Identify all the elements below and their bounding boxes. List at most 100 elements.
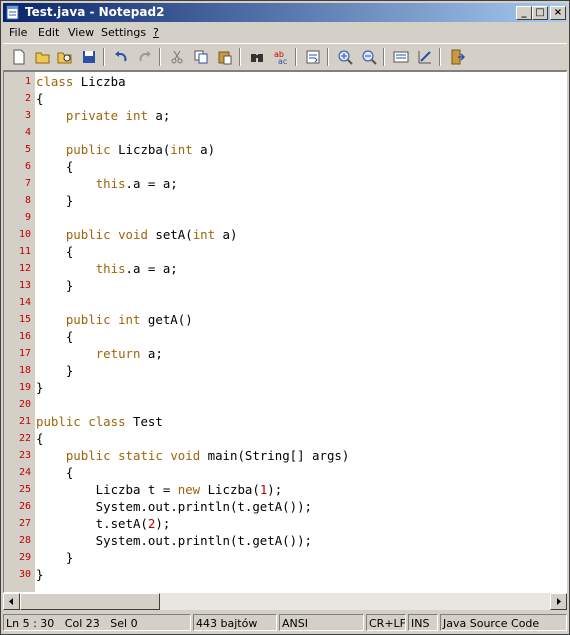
menu-edit[interactable]: Edit: [38, 25, 59, 40]
scroll-left-button[interactable]: [3, 593, 20, 610]
code-line[interactable]: this.a = a;: [36, 260, 178, 277]
maximize-button[interactable]: □: [532, 6, 548, 20]
word-wrap-button[interactable]: [303, 47, 323, 67]
status-insert-mode[interactable]: INS: [408, 614, 438, 631]
close-button[interactable]: ×: [550, 6, 566, 20]
line-number: 27: [18, 518, 31, 529]
code-token: {: [36, 465, 74, 480]
paste-button[interactable]: [215, 47, 235, 67]
menu-view[interactable]: View: [68, 25, 94, 40]
code-line[interactable]: {: [36, 328, 73, 345]
status-size: 443 bajtów: [193, 614, 277, 631]
browse-button[interactable]: [55, 47, 75, 67]
open-button[interactable]: [33, 47, 53, 67]
code-line[interactable]: }: [36, 549, 73, 566]
keyword-token: static: [118, 448, 163, 463]
scheme-button[interactable]: [391, 47, 411, 67]
keyword-token: public: [65, 312, 111, 327]
code-line[interactable]: public class Test: [36, 413, 163, 430]
line-number: 3: [24, 110, 31, 121]
word-wrap-icon: [306, 50, 320, 64]
minimize-button[interactable]: _: [516, 6, 532, 20]
replace-button[interactable]: ab ac: [271, 47, 291, 67]
paste-icon: [218, 51, 232, 65]
copy-button[interactable]: [191, 47, 211, 67]
menu-file[interactable]: File: [9, 25, 27, 40]
toolbar-separator: [239, 48, 241, 66]
redo-button[interactable]: [135, 47, 155, 67]
code-line[interactable]: }: [36, 192, 73, 209]
status-line-endings[interactable]: CR+LF: [366, 614, 406, 631]
menu-settings[interactable]: Settings: [101, 25, 146, 40]
notepad-app-icon[interactable]: [6, 5, 20, 20]
code-line[interactable]: }: [36, 379, 43, 396]
code-line[interactable]: {: [36, 90, 43, 107]
zoom-out-button[interactable]: [359, 47, 379, 67]
cut-icon: [171, 50, 183, 64]
code-token: }: [36, 550, 74, 565]
code-line[interactable]: public Liczba(int a): [36, 141, 215, 158]
zoom-in-button[interactable]: [335, 47, 355, 67]
code-line[interactable]: public void setA(int a): [36, 226, 238, 243]
line-number: 10: [18, 229, 31, 240]
code-line[interactable]: public static void main(String[] args): [36, 447, 350, 464]
code-line[interactable]: return a;: [36, 345, 163, 362]
keyword-token: private: [65, 108, 119, 123]
window-title: Test.java - Notepad2: [25, 5, 165, 19]
code-token: {: [36, 329, 74, 344]
code-token: a;: [140, 346, 163, 361]
code-line[interactable]: }: [36, 362, 73, 379]
code-line[interactable]: this.a = a;: [36, 175, 178, 192]
code-line[interactable]: {: [36, 158, 73, 175]
line-number: 14: [18, 297, 31, 308]
customize-scheme-button[interactable]: [415, 47, 435, 67]
line-number: 29: [18, 552, 31, 563]
replace-icon: abac: [274, 50, 287, 65]
scroll-right-button[interactable]: [550, 593, 567, 610]
code-token: );: [155, 516, 171, 531]
cut-button[interactable]: [167, 47, 187, 67]
new-button[interactable]: [9, 47, 29, 67]
code-token: Liczba(: [110, 142, 171, 157]
keyword-token: class: [88, 414, 126, 429]
keyword-token: int: [192, 227, 216, 242]
code-line[interactable]: {: [36, 430, 43, 447]
code-line[interactable]: class Liczba: [36, 73, 126, 90]
code-line[interactable]: {: [36, 243, 73, 260]
code-editor[interactable]: 1 2 3 4 5 6 7 8 9 10 11 12 13 14 15 16 17 18 19 20 21 22 23 24 2…: [3, 71, 567, 593]
keyword-token: class: [36, 74, 74, 89]
keyword-token: this: [95, 176, 126, 191]
save-button[interactable]: [79, 47, 99, 67]
code-token: }: [36, 380, 44, 395]
find-icon: [251, 54, 263, 62]
find-button[interactable]: [247, 47, 267, 67]
title-bar[interactable]: Test.java - Notepad2 _ □ ×: [3, 3, 567, 22]
code-line[interactable]: Liczba t = new Liczba(1);: [36, 481, 283, 498]
horizontal-scrollbar[interactable]: [3, 593, 567, 610]
browse-icon: [57, 52, 72, 64]
status-scheme[interactable]: Java Source Code: [440, 614, 567, 631]
scrollbar-thumb[interactable]: [20, 593, 160, 610]
status-encoding[interactable]: ANSI: [279, 614, 364, 631]
code-token: main(String[] args): [200, 448, 350, 463]
menu-help[interactable]: ?: [153, 25, 159, 40]
line-number: 1: [24, 76, 31, 87]
undo-button[interactable]: [111, 47, 131, 67]
toolbar-separator: [327, 48, 329, 66]
code-line[interactable]: private int a;: [36, 107, 170, 124]
code-line[interactable]: }: [36, 566, 43, 583]
menu-settings-label: Settings: [101, 26, 147, 39]
code-line[interactable]: }: [36, 277, 73, 294]
exit-icon: [451, 49, 465, 65]
code-line[interactable]: public int getA(): [36, 311, 193, 328]
code-line[interactable]: {: [36, 464, 73, 481]
code-line[interactable]: System.out.println(t.getA());: [36, 532, 312, 549]
line-number: 30: [18, 569, 31, 580]
exit-button[interactable]: [447, 47, 467, 67]
code-token: {: [36, 159, 74, 174]
code-line[interactable]: t.setA(2);: [36, 515, 171, 532]
code-line[interactable]: System.out.println(t.getA());: [36, 498, 312, 515]
